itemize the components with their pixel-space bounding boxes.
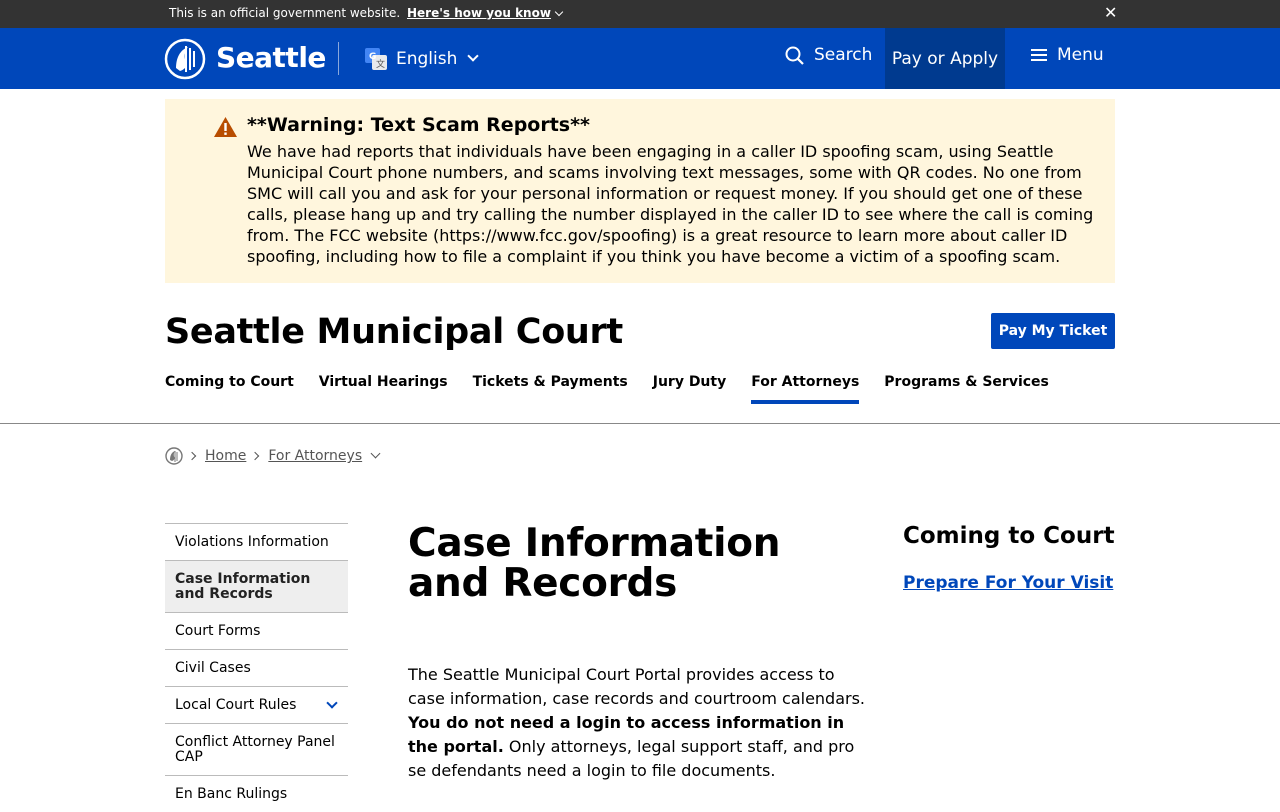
breadcrumb-home-link[interactable]: Home bbox=[205, 448, 246, 464]
warning-icon bbox=[214, 117, 237, 137]
pay-or-apply-label: Pay or Apply bbox=[891, 48, 999, 69]
side-item-civil-cases[interactable]: Civil Cases bbox=[165, 649, 348, 686]
intro-text: The Seattle Municipal Court Portal provi… bbox=[408, 665, 866, 708]
gov-how-you-know-link[interactable]: Here's how you know bbox=[407, 6, 564, 20]
side-item-violations-information[interactable]: Violations Information bbox=[165, 523, 348, 560]
side-item-conflict-attorney-panel[interactable]: Conflict Attorney Panel CAP bbox=[165, 723, 348, 775]
side-item-case-information[interactable]: Case Information and Records bbox=[165, 560, 348, 612]
translate-icon: G 文 bbox=[365, 48, 387, 70]
pay-or-apply-button[interactable]: Pay or Apply bbox=[885, 28, 1005, 89]
search-icon bbox=[785, 46, 804, 65]
nav-divider bbox=[0, 423, 1280, 424]
gov-link-label: Here's how you know bbox=[407, 6, 551, 20]
chevron-down-icon bbox=[467, 50, 480, 62]
nav-item-jury-duty[interactable]: Jury Duty bbox=[653, 374, 727, 404]
gov-statement: This is an official government website. bbox=[169, 6, 401, 20]
chevron-right-icon bbox=[187, 451, 197, 461]
gov-banner: This is an official government website. … bbox=[0, 0, 1280, 28]
chevron-down-icon bbox=[554, 7, 564, 17]
language-selector[interactable]: G 文 English bbox=[364, 46, 480, 72]
breadcrumb-current-link[interactable]: For Attorneys bbox=[268, 448, 362, 464]
intro-paragraph: The Seattle Municipal Court Portal provi… bbox=[408, 663, 873, 783]
seattle-logo-icon[interactable] bbox=[165, 447, 183, 465]
page-title: Case Information and Records bbox=[408, 521, 781, 606]
site-header: Seattle G 文 English Search Pay or Apply … bbox=[0, 28, 1280, 89]
chevron-down-icon[interactable] bbox=[326, 697, 338, 709]
side-item-court-forms[interactable]: Court Forms bbox=[165, 612, 348, 649]
header-divider bbox=[338, 42, 339, 75]
side-item-label: Local Court Rules bbox=[175, 697, 297, 713]
svg-text:文: 文 bbox=[376, 58, 385, 70]
scam-warning-alert: **Warning: Text Scam Reports** We have h… bbox=[165, 99, 1115, 283]
aside-title: Coming to Court bbox=[903, 523, 1115, 549]
side-nav: Violations Information Case Information … bbox=[165, 523, 348, 812]
nav-item-virtual-hearings[interactable]: Virtual Hearings bbox=[319, 374, 448, 404]
pay-my-ticket-button[interactable]: Pay My Ticket bbox=[991, 313, 1115, 349]
side-item-en-banc-rulings[interactable]: En Banc Rulings bbox=[165, 775, 348, 812]
chevron-down-icon[interactable] bbox=[370, 448, 381, 458]
menu-label: Menu bbox=[1057, 45, 1104, 65]
chevron-right-icon bbox=[251, 451, 260, 461]
brand-name[interactable]: Seattle bbox=[216, 41, 326, 74]
nav-item-for-attorneys[interactable]: For Attorneys bbox=[751, 374, 860, 404]
hamburger-icon bbox=[1031, 49, 1047, 61]
alert-body: We have had reports that individuals hav… bbox=[247, 142, 1094, 266]
search-button[interactable]: Search bbox=[785, 45, 872, 65]
breadcrumb: Home For Attorneys bbox=[165, 446, 381, 466]
language-label: English bbox=[396, 49, 458, 69]
main-nav: Coming to Court Virtual Hearings Tickets… bbox=[165, 374, 1074, 404]
alert-title: **Warning: Text Scam Reports** bbox=[247, 114, 590, 136]
search-label: Search bbox=[814, 45, 873, 65]
seattle-logo-icon[interactable] bbox=[164, 38, 206, 80]
gov-banner-text: This is an official government website. … bbox=[169, 6, 564, 20]
close-banner-icon[interactable]: ✕ bbox=[1104, 5, 1117, 21]
prepare-visit-link[interactable]: Prepare For Your Visit bbox=[903, 573, 1113, 593]
menu-button[interactable]: Menu bbox=[1031, 45, 1104, 65]
site-title[interactable]: Seattle Municipal Court bbox=[165, 312, 623, 352]
nav-item-coming-to-court[interactable]: Coming to Court bbox=[165, 374, 294, 404]
nav-item-programs-services[interactable]: Programs & Services bbox=[884, 374, 1049, 404]
side-item-local-court-rules[interactable]: Local Court Rules bbox=[165, 686, 348, 723]
nav-item-tickets-payments[interactable]: Tickets & Payments bbox=[473, 374, 628, 404]
